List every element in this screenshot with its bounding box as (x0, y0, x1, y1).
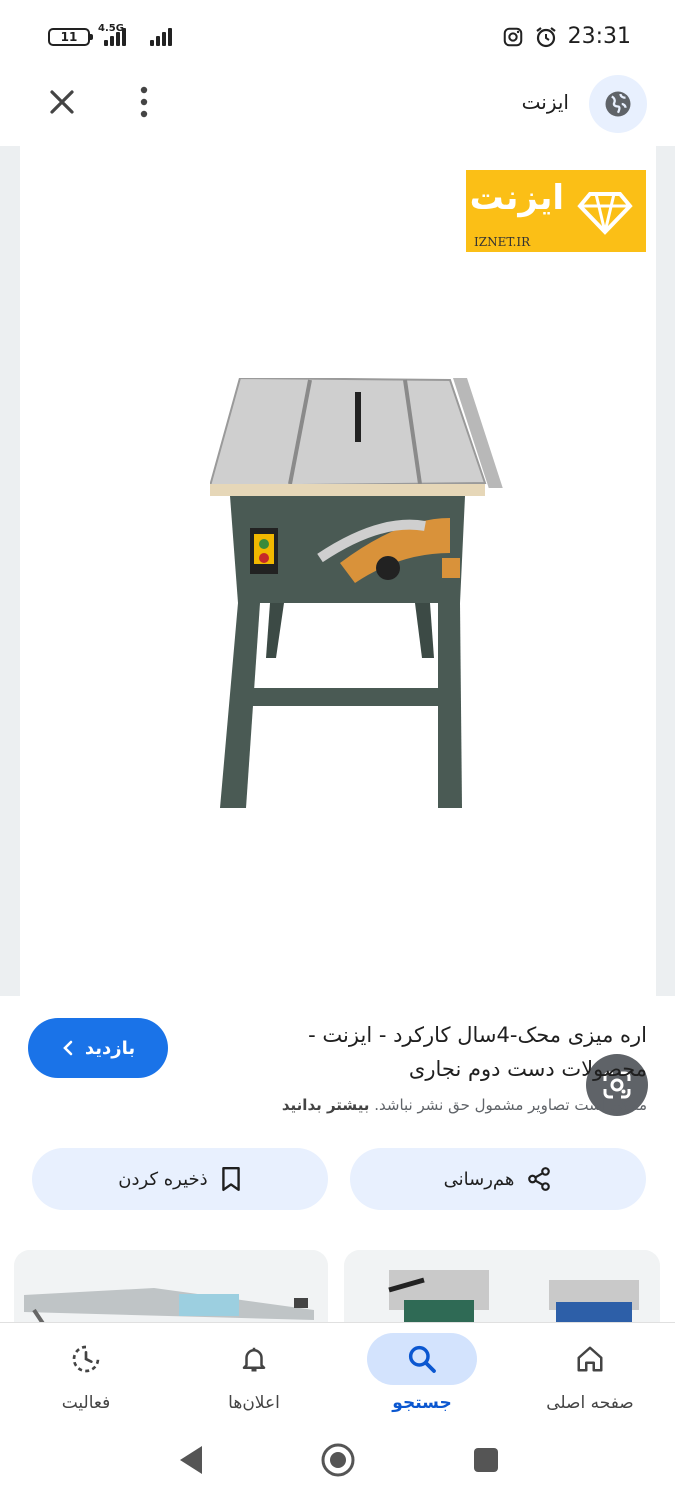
share-icon (528, 1167, 551, 1191)
recents-icon[interactable] (474, 1448, 498, 1472)
home-circle-icon[interactable] (320, 1442, 356, 1478)
more-vert-icon (140, 86, 148, 118)
image-viewer: ایزنت IZNET.IR (0, 146, 675, 1116)
home-icon-wrap (535, 1333, 645, 1385)
more-options-button[interactable] (132, 84, 156, 120)
home-icon (577, 1346, 603, 1372)
result-title[interactable]: اره میزی محک-4سال کارکرد - ایزنت - محصول… (247, 1018, 647, 1086)
save-label: ذخیره کردن (118, 1168, 208, 1190)
share-button[interactable]: هم‌رسانی (350, 1148, 646, 1210)
globe-icon (605, 91, 631, 117)
logo-url: IZNET.IR (474, 235, 531, 249)
site-favicon[interactable] (589, 75, 647, 133)
nav-home[interactable]: صفحه اصلی (510, 1323, 670, 1423)
bell-icon (242, 1347, 266, 1372)
status-right: 23:31 (502, 24, 631, 49)
site-logo: ایزنت IZNET.IR (466, 170, 646, 252)
signal-icon (150, 26, 172, 46)
nav-home-label: صفحه اصلی (546, 1393, 634, 1413)
battery-level: 11 (60, 30, 78, 44)
image-result-page: 11 4.5G 23:31 ایزنت ایزنت IZNET.IR اره م… (0, 0, 675, 1500)
nav-search-label: جستجو (392, 1393, 452, 1413)
instagram-icon (503, 27, 522, 46)
close-button[interactable] (44, 84, 80, 120)
nav-search[interactable]: جستجو (342, 1323, 502, 1423)
learn-more-link[interactable]: بیشتر بدانید (282, 1096, 370, 1114)
signal-icon (104, 26, 126, 46)
system-navigation (0, 1422, 675, 1500)
site-name[interactable]: ایزنت (522, 90, 569, 114)
bookmark-icon (221, 1166, 240, 1192)
copyright-notice: ممکن است تصاویر مشمول حق نشر نباشد. بیشت… (47, 1096, 647, 1114)
search-icon (408, 1345, 436, 1373)
nav-notifications-label: اعلان‌ها (228, 1393, 280, 1413)
bottom-navigation: صفحه اصلی جستجو اعلان‌ها فعالیت (0, 1322, 675, 1422)
clock: 23:31 (567, 24, 631, 49)
nav-notifications[interactable]: اعلان‌ها (174, 1323, 334, 1423)
diamond-icon (577, 192, 633, 235)
nav-activity[interactable]: فعالیت (6, 1323, 166, 1423)
table-saw-image (210, 378, 503, 808)
viewer-header: ایزنت (0, 72, 675, 144)
status-bar: 11 4.5G 23:31 (0, 0, 675, 72)
activity-icon-wrap (31, 1333, 141, 1385)
logo-text: ایزنت (469, 178, 564, 218)
search-icon-wrap (367, 1333, 477, 1385)
share-label: هم‌رسانی (443, 1168, 515, 1190)
save-button[interactable]: ذخیره کردن (32, 1148, 328, 1210)
nav-activity-label: فعالیت (61, 1393, 111, 1413)
alarm-icon (535, 26, 556, 47)
activity-icon (72, 1345, 100, 1373)
product-image[interactable]: ایزنت IZNET.IR (20, 146, 656, 996)
close-icon (50, 90, 74, 114)
battery-icon: 11 (48, 28, 93, 46)
chevron-left-icon (63, 1040, 73, 1056)
back-icon[interactable] (178, 1444, 204, 1476)
visit-label: بازدید (84, 1037, 136, 1059)
bell-icon-wrap (199, 1333, 309, 1385)
visit-button[interactable]: بازدید (28, 1018, 168, 1078)
notice-text: ممکن است تصاویر مشمول حق نشر نباشد. (374, 1096, 647, 1114)
